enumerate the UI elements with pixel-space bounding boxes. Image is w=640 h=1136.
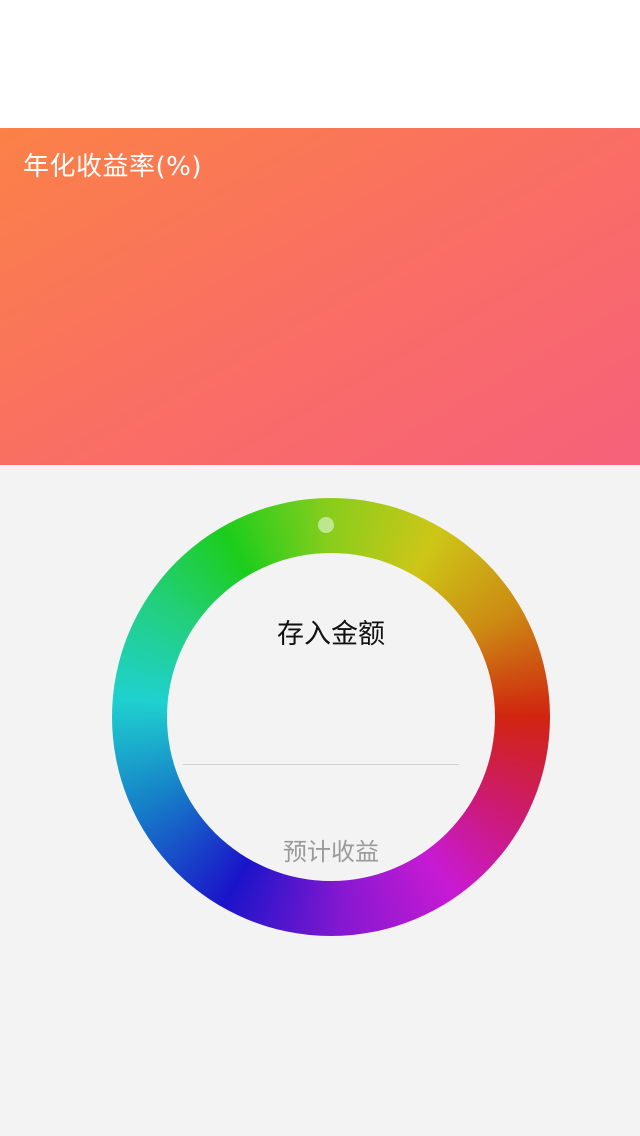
top-blank-area	[0, 0, 640, 128]
expected-income-label: 预计收益	[283, 838, 379, 866]
deposit-amount-input[interactable]	[183, 680, 459, 765]
annual-rate-label: 年化收益率(%)	[23, 152, 202, 182]
deposit-amount-label: 存入金额	[277, 619, 385, 650]
dial-handle[interactable]	[318, 517, 334, 533]
annual-rate-panel: 年化收益率(%)	[0, 128, 640, 465]
